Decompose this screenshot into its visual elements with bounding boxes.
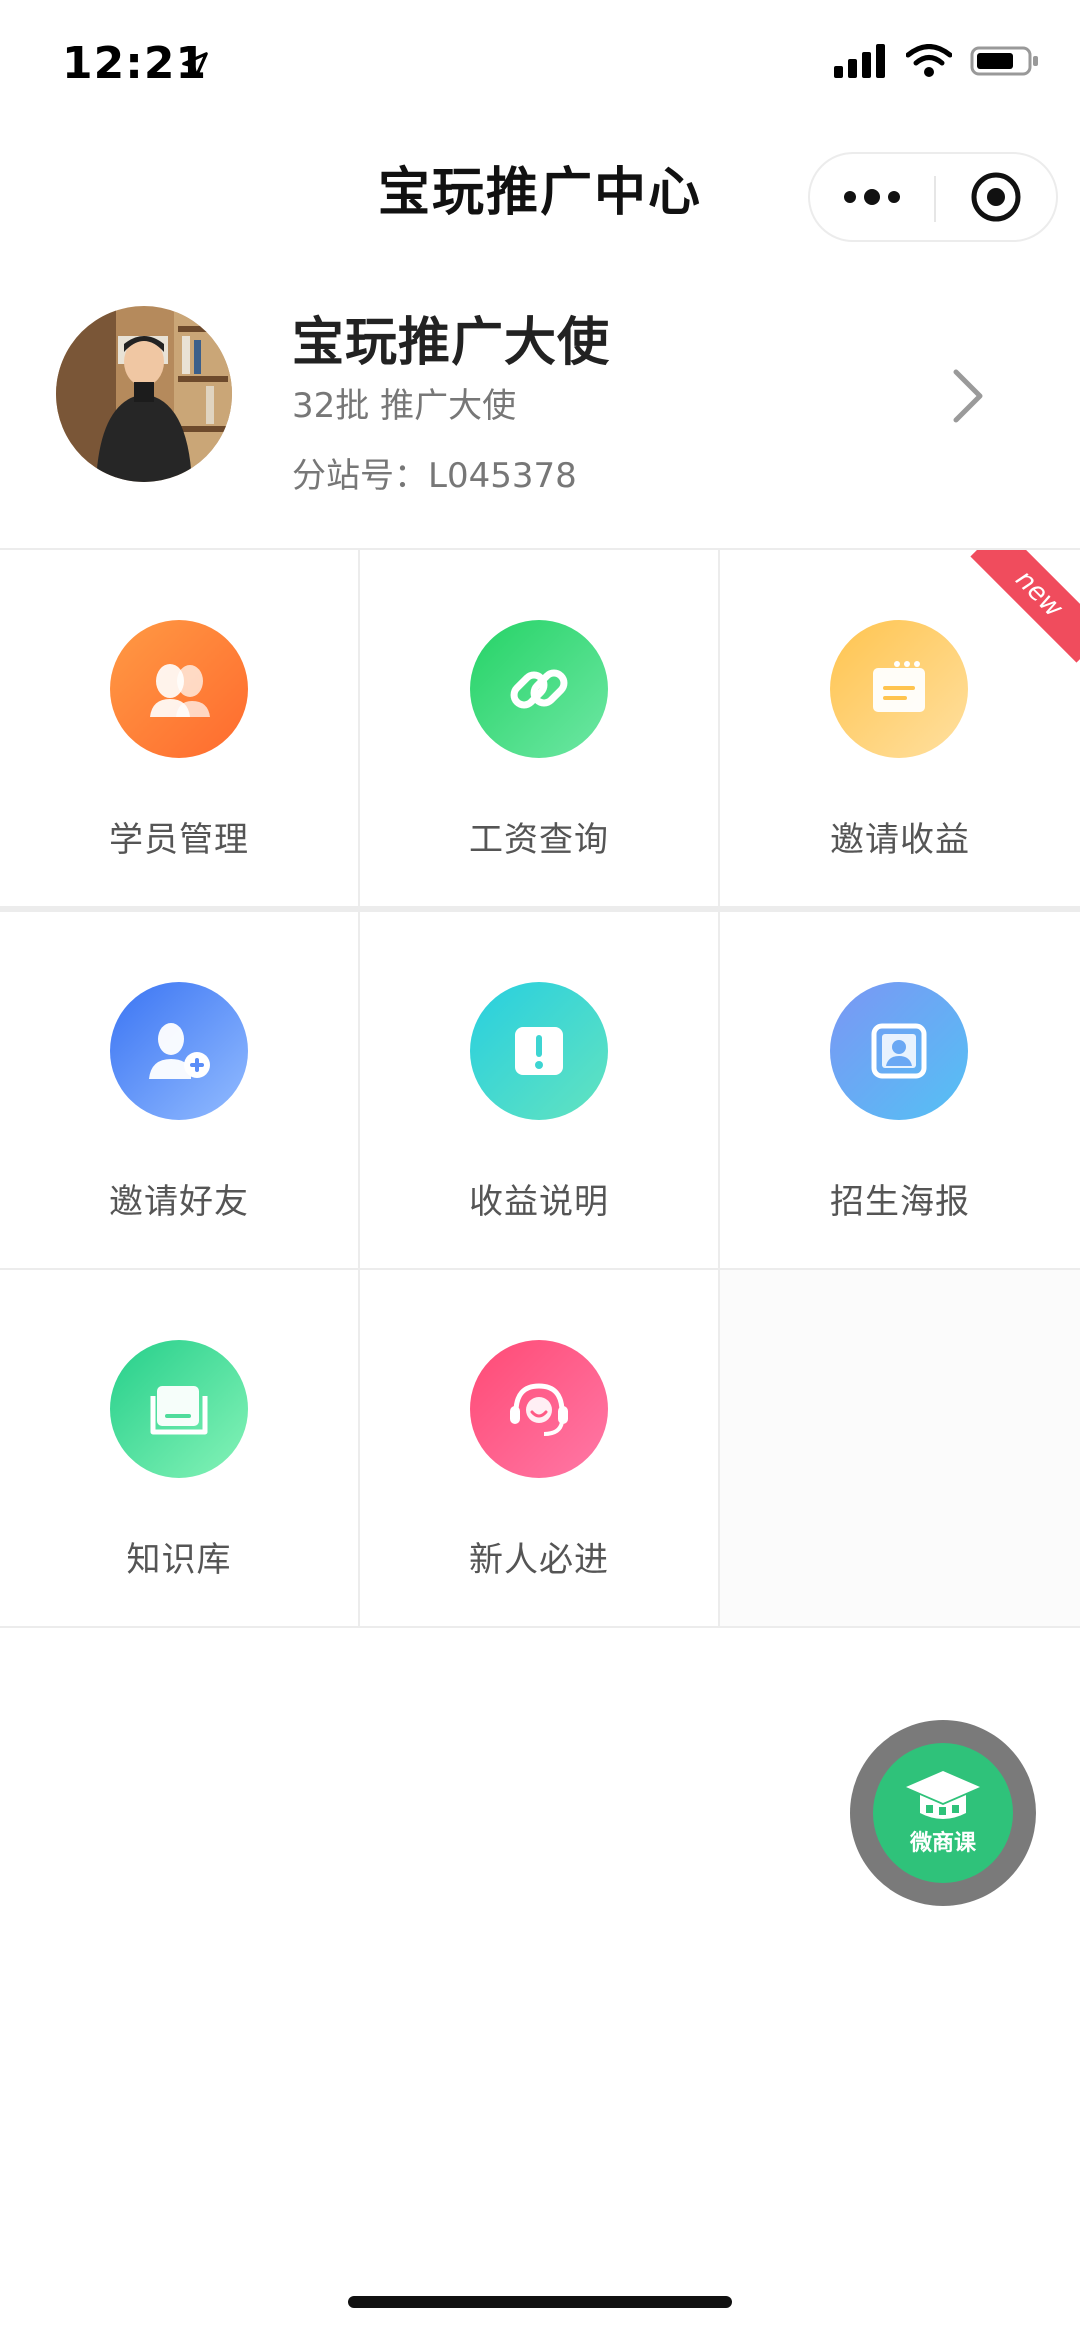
grid-item-salary-query[interactable]: 工资查询 — [360, 550, 720, 906]
grid-item-invite-earnings[interactable]: new 邀请收益 — [720, 550, 1080, 906]
more-button[interactable] — [810, 154, 934, 240]
folder-glyph — [873, 661, 925, 712]
new-badge: new — [970, 550, 1080, 663]
feature-grid: 学员管理 工资查询 new 邀请收益 邀请好友 收益说明 招生海报 知识库 新人… — [0, 548, 1080, 1628]
floating-course-button[interactable]: 微商课 — [850, 1720, 1036, 1906]
poster-icon — [830, 982, 968, 1120]
book-icon — [110, 1340, 248, 1478]
grid-item-empty — [720, 1270, 1080, 1626]
home-indicator[interactable] — [348, 2296, 732, 2308]
alert-icon — [470, 982, 608, 1120]
poster-glyph — [871, 1023, 927, 1079]
alert-glyph — [515, 1027, 563, 1075]
grid-item-label: 学员管理 — [109, 820, 249, 860]
grid-item-label: 招生海报 — [830, 1182, 970, 1222]
signal-icon — [834, 44, 885, 78]
graduation-cap-icon — [906, 1771, 980, 1819]
students-icon — [110, 620, 248, 758]
grid-item-label: 新人必进 — [469, 1540, 609, 1580]
more-dots-icon — [844, 189, 900, 205]
nav-bar: 宝玩推广中心 — [0, 130, 1080, 242]
headset-icon — [470, 1340, 608, 1478]
battery-icon — [970, 46, 1038, 76]
chevron-right-icon — [953, 369, 983, 423]
grid-item-label: 邀请好友 — [109, 1182, 249, 1222]
status-bar: 12:21 — [0, 0, 1080, 130]
profile-card[interactable]: 宝玩推广大使 32批 推广大使 分站号：L045378 — [0, 270, 1080, 548]
grid-item-earnings-explanation[interactable]: 收益说明 — [360, 912, 720, 1268]
avatar-photo — [56, 306, 232, 482]
grid-item-label: 收益说明 — [469, 1182, 609, 1222]
location-arrow-icon — [182, 52, 208, 78]
profile-subtitle: 32批 推广大使 — [292, 386, 517, 426]
floating-course-label: 微商课 — [909, 1831, 976, 1856]
wifi-icon — [906, 44, 952, 77]
book-glyph — [150, 1386, 208, 1435]
add-user-glyph — [149, 1023, 210, 1079]
grid-item-label: 知识库 — [126, 1540, 232, 1580]
grid-item-knowledge-base[interactable]: 知识库 — [0, 1270, 360, 1626]
mini-program-capsule — [808, 152, 1058, 242]
grid-item-newcomer-entry[interactable]: 新人必进 — [360, 1270, 720, 1626]
link-icon — [470, 620, 608, 758]
profile-branch-id: 分站号：L045378 — [292, 456, 577, 496]
folder-icon — [830, 620, 968, 758]
add-user-icon — [110, 982, 248, 1120]
link-glyph — [510, 669, 568, 709]
floating-course-badge: 微商课 — [873, 1743, 1013, 1883]
grid-item-invite-friends[interactable]: 邀请好友 — [0, 912, 360, 1268]
grid-item-student-management[interactable]: 学员管理 — [0, 550, 360, 906]
headset-glyph — [510, 1383, 568, 1436]
close-button[interactable] — [936, 154, 1056, 240]
target-close-icon — [971, 172, 1021, 222]
grid-item-label: 工资查询 — [469, 820, 609, 860]
profile-name: 宝玩推广大使 — [292, 313, 611, 373]
grid-item-label: 邀请收益 — [830, 820, 970, 860]
students-glyph — [150, 664, 210, 717]
grid-item-enrollment-poster[interactable]: 招生海报 — [720, 912, 1080, 1268]
avatar — [56, 306, 232, 482]
